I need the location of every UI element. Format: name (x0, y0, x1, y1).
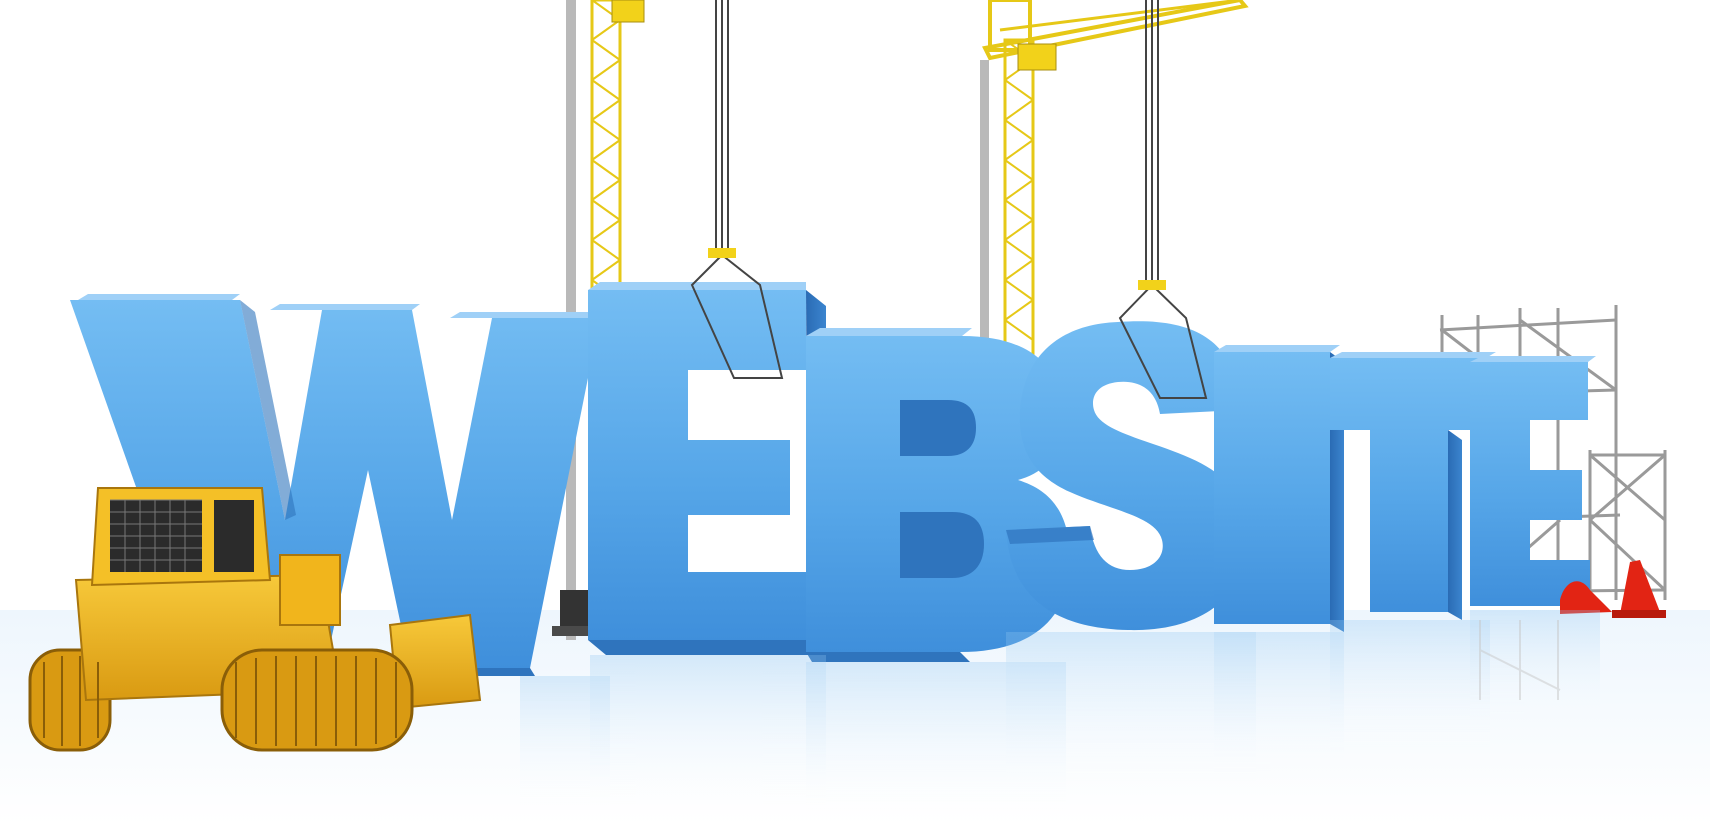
website-under-construction-illustration (0, 0, 1710, 825)
letter-e-second (1470, 356, 1596, 606)
construction-scene (0, 0, 1710, 825)
hook-block-left (708, 248, 736, 258)
hook-block-right (1138, 280, 1166, 290)
letter-i (1214, 345, 1344, 632)
letter-e-first (588, 282, 826, 655)
letter-s (1006, 321, 1249, 631)
